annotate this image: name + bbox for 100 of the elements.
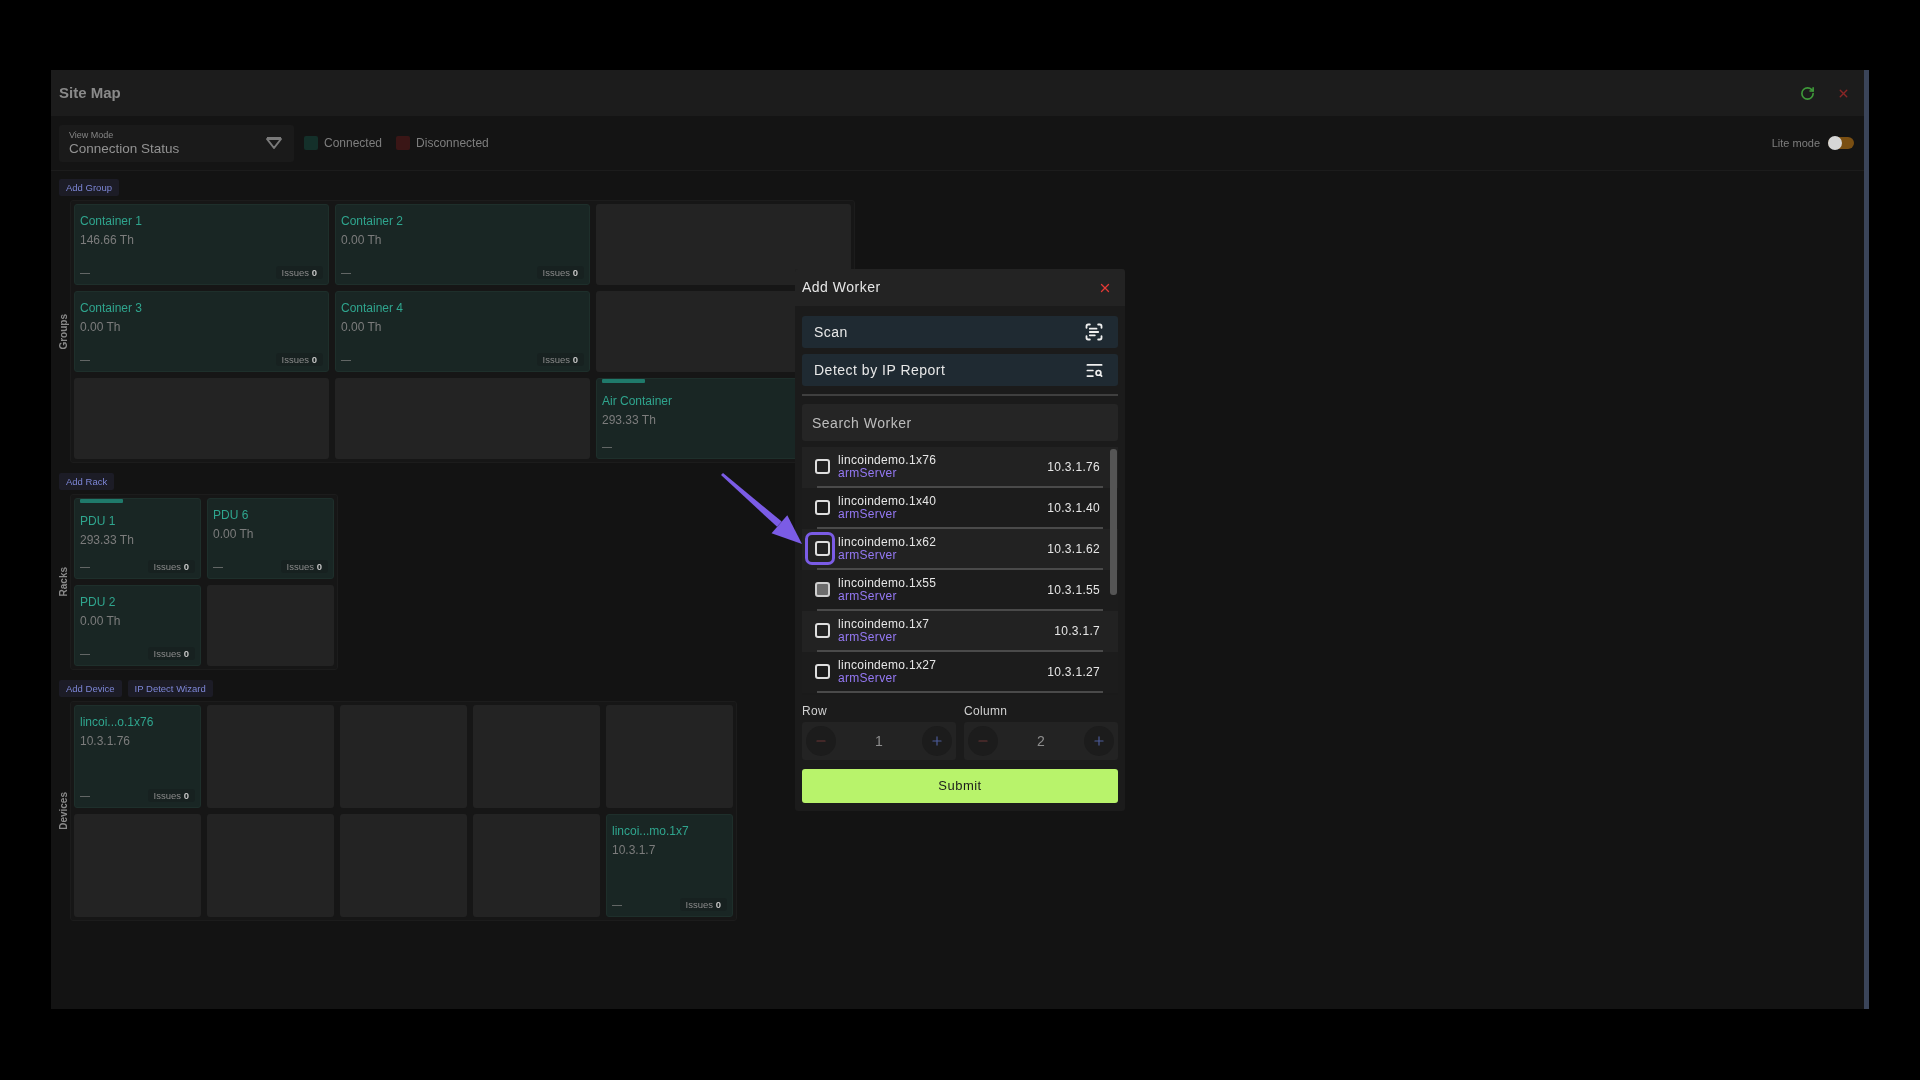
action-button[interactable]: Add Group [59,179,119,196]
refresh-icon[interactable] [1800,85,1815,101]
worker-type: armServer [838,548,897,562]
group-card[interactable]: Container 1 146.66 Th — Issues 0 [74,204,329,285]
field-label: Row [802,704,827,718]
issues-badge: Issues 0 [280,560,328,573]
section-label: Devices [59,792,69,830]
issues-badge: Issues 0 [147,560,195,573]
issues-badge: Issues 0 [679,898,727,911]
worker-type: armServer [838,630,897,644]
scan-icon [1084,322,1104,342]
card-title: Container 3 [80,301,143,316]
status-dash: — [213,560,223,573]
issues-badge: Issues 0 [275,353,323,366]
section-label: Groups [59,313,69,350]
stepper-value: 1 [875,731,883,751]
worker-ip: 10.3.1.76 [1047,458,1100,476]
issues-badge: Issues 0 [536,353,584,366]
select-label: View Mode [69,129,114,141]
field-label: Column [964,704,1008,718]
card-title: Container 1 [80,214,143,229]
card-value: 293.33 Th [602,413,656,428]
action-button[interactable]: Detect by IP Report [802,354,1118,386]
card-title: Container 4 [341,301,404,316]
device-card[interactable]: lincoi...mo.1x7 10.3.1.7 — Issues 0 [606,814,733,917]
worker-name: lincoindemo.1x27 [838,658,937,672]
issues-badge: Issues 0 [147,647,195,660]
legend-label: Connected [324,135,383,152]
worker-type: armServer [838,507,897,521]
worker-type: armServer [838,671,897,685]
section-label: Racks [59,567,69,597]
card-value: 10.3.1.7 [612,843,656,858]
checkbox[interactable] [815,459,830,474]
search-field[interactable]: Search Worker [802,404,1118,441]
dialog-title: Add Worker [802,278,881,297]
rack-card[interactable]: PDU 1 293.33 Th — Issues 0 [74,498,201,579]
worker-ip: 10.3.1.27 [1047,663,1100,681]
legend-label: Disconnected [416,135,489,152]
card-value: 0.00 Th [80,614,121,629]
card-title: Air Container [602,394,673,409]
checkbox[interactable] [815,500,830,515]
window-title: Site Map [59,82,121,103]
worker-name: lincoindemo.1x55 [838,576,937,590]
worker-ip: 10.3.1.55 [1047,581,1100,599]
selection-bar [602,379,645,383]
worker-name: lincoindemo.1x7 [838,617,930,631]
status-dash: — [612,898,622,911]
worker-ip: 10.3.1.40 [1047,499,1100,517]
action-button[interactable]: IP Detect Wizard [127,680,213,697]
worker-ip: 10.3.1.62 [1047,540,1100,558]
issues-badge: Issues 0 [147,789,195,802]
caret-icon [266,137,282,149]
checkbox[interactable] [815,664,830,679]
toggle-label: Lite mode [1771,135,1820,151]
card-title: PDU 6 [213,508,249,523]
plus-icon [930,734,944,748]
card-title: lincoi...o.1x76 [80,715,154,730]
worker-row[interactable]: lincoindemo.1x7 armServer 10.3.1.7 [802,611,1118,652]
rack-card[interactable]: PDU 2 0.00 Th — Issues 0 [74,585,201,666]
action-button[interactable]: Add Rack [59,473,115,490]
worker-row[interactable]: lincoindemo.1x76 armServer 10.3.1.76 [802,447,1118,488]
lite-mode-toggle[interactable] [1828,137,1854,149]
device-card[interactable]: lincoi...o.1x76 10.3.1.76 — Issues 0 [74,705,201,808]
status-dash: — [80,789,90,802]
issues-badge: Issues 0 [536,266,584,279]
card-title: Container 2 [341,214,404,229]
worker-name: lincoindemo.1x62 [838,535,937,549]
view-mode-select[interactable]: View Mode Connection Status [59,124,294,162]
status-dash: — [341,266,351,279]
card-title: PDU 2 [80,595,116,610]
submit-button[interactable]: Submit [802,769,1118,803]
status-dash: — [80,647,90,660]
rack-card[interactable]: PDU 6 0.00 Th — Issues 0 [207,498,334,579]
worker-type: armServer [838,466,897,480]
checkbox[interactable] [815,541,830,556]
scrollbar-thumb[interactable] [1110,449,1117,595]
action-button[interactable]: Add Device [59,680,122,697]
worker-type: armServer [838,589,897,603]
group-card[interactable]: Container 4 0.00 Th — Issues 0 [335,291,590,372]
action-button[interactable]: Scan [802,316,1118,348]
group-card[interactable]: Container 2 0.00 Th — Issues 0 [335,204,590,285]
select-value: Connection Status [69,140,180,157]
worker-ip: 10.3.1.7 [1054,622,1100,640]
card-value: 10.3.1.76 [80,734,131,749]
group-card[interactable]: Container 3 0.00 Th — Issues 0 [74,291,329,372]
card-title: lincoi...mo.1x7 [612,824,689,839]
card-value: 0.00 Th [213,527,254,542]
status-dash: — [341,353,351,366]
status-dash: — [80,353,90,366]
checkbox[interactable] [815,623,830,638]
status-dash: — [80,560,90,573]
issues-badge: Issues 0 [275,266,323,279]
card-value: 293.33 Th [80,533,134,548]
stepper-value: 2 [1037,731,1045,751]
worker-row[interactable]: lincoindemo.1x62 armServer 10.3.1.62 [802,529,1118,570]
card-title: PDU 1 [80,514,116,529]
status-dash: — [602,441,612,453]
plus-icon [1092,734,1106,748]
card-value: 0.00 Th [80,320,121,335]
worker-name: lincoindemo.1x40 [838,494,937,508]
